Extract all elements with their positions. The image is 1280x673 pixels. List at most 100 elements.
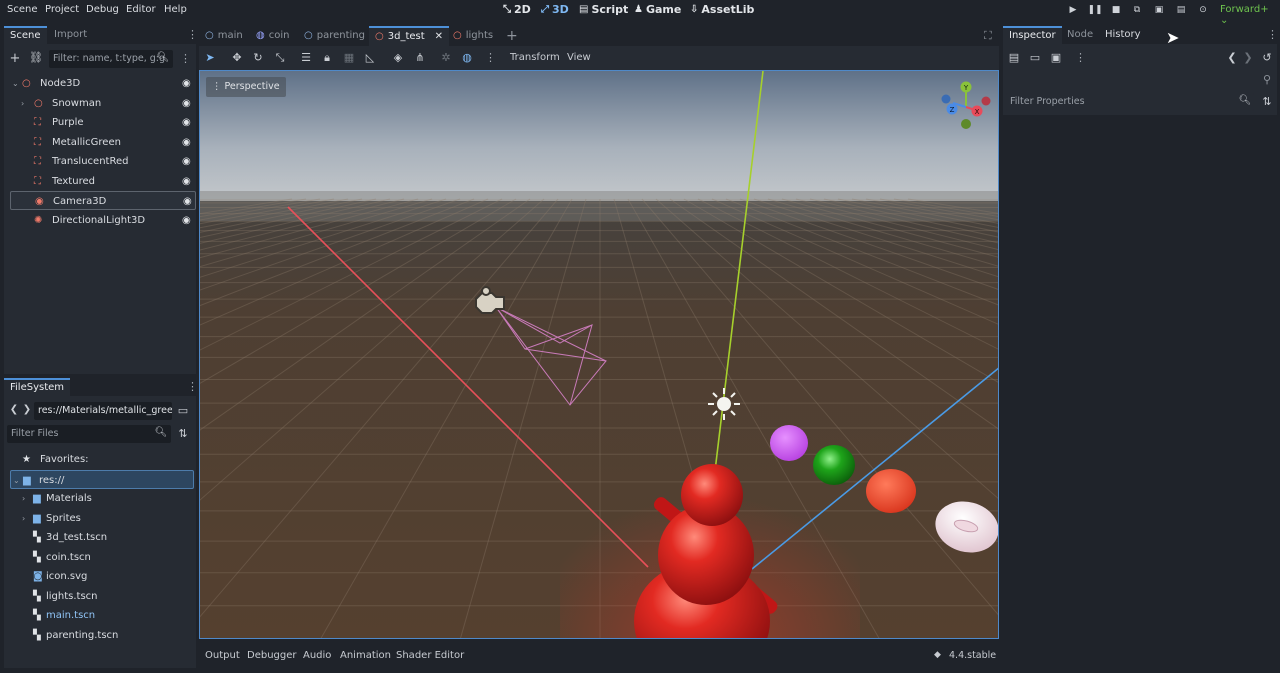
menu-editor[interactable]: Editor — [126, 4, 156, 15]
tab-debugger[interactable]: Debugger — [247, 650, 297, 661]
rotate-tool-icon[interactable]: ↻ — [250, 51, 266, 64]
file-item[interactable]: ▚ coin.tscn — [10, 548, 194, 567]
perspective-menu[interactable]: ⋮ Perspective — [206, 77, 286, 97]
file-item[interactable]: ▚ lights.tscn — [10, 587, 194, 606]
play-custom-scene-icon[interactable]: ▤ — [1174, 3, 1188, 17]
res-root-item[interactable]: ⌄ ▆ res:// — [10, 470, 194, 489]
workspace-script-button[interactable]: ▤ Script — [579, 3, 628, 16]
tab-coin[interactable]: ◍ coin — [256, 26, 289, 46]
resource-options-icon[interactable]: ⋮ — [1075, 51, 1086, 64]
tab-lights[interactable]: ○ lights — [453, 26, 493, 46]
scene-node-directionallight3d[interactable]: ✺ DirectionalLight3D ◉ — [10, 211, 196, 230]
transform-menu[interactable]: Transform — [510, 52, 560, 63]
move-tool-icon[interactable]: ✥ — [229, 51, 245, 64]
scene-node-node3d[interactable]: ⌄ ○ Node3D ◉ — [10, 74, 196, 93]
history-forward-icon[interactable]: ❯ — [1240, 51, 1256, 64]
menu-help[interactable]: Help — [164, 4, 187, 15]
select-tool-icon[interactable]: ➤ — [202, 51, 218, 64]
menu-scene[interactable]: Scene — [7, 4, 38, 15]
remote-debug-icon[interactable]: ⧉ — [1130, 3, 1144, 17]
scene-node-camera3d[interactable]: ◉ Camera3D ◉ — [10, 191, 196, 210]
visibility-eye-icon[interactable]: ◉ — [182, 172, 191, 191]
menu-debug[interactable]: Debug — [86, 4, 119, 15]
close-icon[interactable]: ✕ — [435, 27, 443, 47]
file-item[interactable]: ▚ main.tscn — [10, 606, 194, 625]
group-icon[interactable]: ▦ — [341, 51, 357, 64]
scale-tool-icon[interactable]: ⤡ — [272, 51, 288, 65]
tab-audio[interactable]: Audio — [303, 650, 331, 661]
scene-node-snowman[interactable]: › ○ Snowman ◉ — [10, 94, 196, 113]
scene-node-metallicgreen[interactable]: ⛶ MetallicGreen ◉ — [10, 133, 196, 152]
tab-shader-editor[interactable]: Shader Editor — [396, 650, 464, 661]
visibility-eye-icon[interactable]: ◉ — [183, 192, 192, 211]
add-node-icon[interactable]: + — [7, 51, 23, 66]
link-icon[interactable]: ⛓ — [28, 51, 44, 64]
scene-node-textured[interactable]: ⛶ Textured ◉ — [10, 172, 196, 191]
workspace-3d-button[interactable]: ⤢ 3D — [541, 3, 569, 16]
filesystem-menu-icon[interactable]: ⋮ — [187, 380, 198, 393]
environment-icon[interactable]: ◍ — [459, 51, 475, 64]
forward-icon[interactable]: ❯ — [19, 404, 35, 415]
favorites-item[interactable]: ★ Favorites: — [10, 450, 194, 469]
stop-icon[interactable]: ■ — [1109, 3, 1123, 17]
file-item[interactable]: › ▆ Materials — [10, 489, 194, 508]
visibility-eye-icon[interactable]: ◉ — [182, 74, 191, 93]
local-space-icon[interactable]: ◈ — [390, 51, 406, 64]
path-field[interactable]: res://Materials/metallic_gree — [34, 402, 172, 420]
tab-output[interactable]: Output — [205, 650, 240, 661]
file-item[interactable]: ▚ 3d_test.tscn — [10, 528, 194, 547]
tab-animation[interactable]: Animation — [340, 650, 391, 661]
visibility-eye-icon[interactable]: ◉ — [182, 94, 191, 113]
tab-3d-test[interactable]: ○ 3d_test ✕ — [369, 26, 450, 47]
list-select-icon[interactable]: ☰ — [298, 51, 314, 64]
tab-filesystem[interactable]: FileSystem — [4, 378, 71, 396]
scene-node-translucentred[interactable]: ⛶ TranslucentRed ◉ — [10, 152, 196, 171]
workspace-2d-button[interactable]: ⤡ 2D — [503, 3, 531, 16]
property-options-icon[interactable]: ⇅ — [1259, 95, 1275, 108]
ruler-icon[interactable]: ◺ — [362, 51, 378, 64]
add-tab-icon[interactable]: + — [506, 26, 518, 46]
visibility-eye-icon[interactable]: ◉ — [182, 152, 191, 171]
new-resource-icon[interactable]: ▤ — [1006, 51, 1022, 64]
play-scene-icon[interactable]: ▣ — [1152, 3, 1166, 17]
filter-properties-input[interactable]: Filter Properties — [1006, 93, 1254, 111]
tab-import[interactable]: Import — [48, 26, 93, 44]
scene-node-purple[interactable]: ⛶ Purple ◉ — [10, 113, 196, 132]
fullscreen-icon[interactable]: ⛶ — [984, 26, 992, 46]
visibility-eye-icon[interactable]: ◉ — [182, 113, 191, 132]
snap-icon[interactable]: ⋔ — [412, 51, 428, 64]
save-resource-icon[interactable]: ▣ — [1048, 51, 1064, 64]
tab-history[interactable]: History — [1099, 26, 1147, 44]
3d-viewport[interactable]: Y X Z ⋮ Perspective — [199, 70, 999, 639]
renderer-select[interactable]: Forward+ ⌄ — [1220, 4, 1280, 26]
file-item[interactable]: ▚ parenting.tscn — [10, 626, 194, 645]
toolbar-options-icon[interactable]: ⋮ — [485, 51, 496, 64]
workspace-game-button[interactable]: ♟ Game — [634, 3, 681, 16]
file-item[interactable]: ◙ icon.svg — [10, 567, 194, 586]
sun-preview-icon[interactable]: ✲ — [438, 51, 454, 64]
object-history-icon[interactable]: ↺ — [1259, 51, 1275, 64]
split-view-icon[interactable]: ▭ — [175, 404, 191, 417]
pause-icon[interactable]: ❚❚ — [1087, 3, 1102, 17]
filter-files-input[interactable]: Filter Files — [7, 425, 171, 443]
history-back-icon[interactable]: ❮ — [1224, 51, 1240, 64]
visibility-eye-icon[interactable]: ◉ — [182, 133, 191, 152]
view-menu[interactable]: View — [567, 52, 591, 63]
movie-maker-icon[interactable]: ⊙ — [1196, 3, 1210, 17]
visibility-eye-icon[interactable]: ◉ — [182, 211, 191, 230]
version-label[interactable]: 4.4.stable — [949, 650, 996, 661]
tab-node[interactable]: Node — [1061, 26, 1099, 44]
open-resource-icon[interactable]: ▭ — [1027, 51, 1043, 64]
file-item[interactable]: › ▆ Sprites — [10, 509, 194, 528]
lock-icon[interactable]: 🔒︎ — [319, 51, 335, 65]
pin-icon[interactable]: ⚲ — [1259, 73, 1275, 86]
menu-project[interactable]: Project — [45, 4, 79, 15]
inspector-menu-icon[interactable]: ⋮ — [1267, 28, 1278, 41]
tab-main[interactable]: ○ main — [205, 26, 243, 46]
play-icon[interactable]: ▶ — [1066, 3, 1080, 17]
workspace-assetlib-button[interactable]: ⇩ AssetLib — [690, 3, 754, 16]
tab-inspector[interactable]: Inspector — [1003, 26, 1062, 44]
tab-scene[interactable]: Scene — [4, 26, 47, 44]
scene-dock-menu-icon[interactable]: ⋮ — [187, 28, 198, 41]
scene-options-icon[interactable]: ⋮ — [180, 52, 191, 65]
